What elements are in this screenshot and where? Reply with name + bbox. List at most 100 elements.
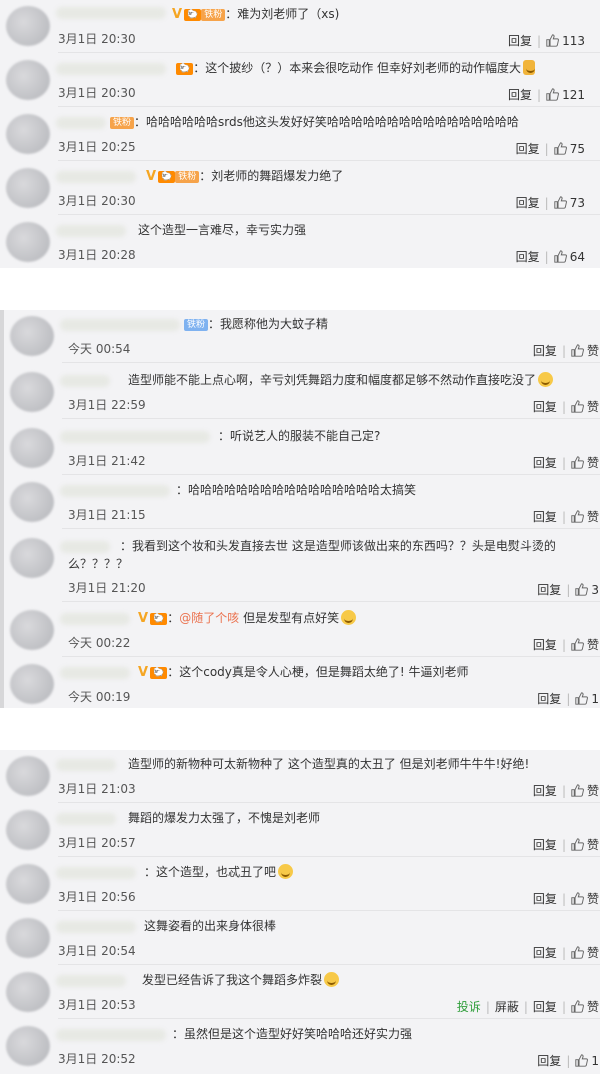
avatar[interactable] (6, 222, 50, 262)
reply-button[interactable]: 回复 (503, 32, 537, 49)
avatar[interactable] (6, 918, 50, 958)
comment-row: 铁粉 ：我愿称他为大蚊子精 今天 00:54 回复 | 赞 (4, 310, 600, 363)
avatar[interactable] (10, 610, 54, 650)
block-button[interactable]: 屏蔽 (490, 998, 524, 1015)
divider (58, 160, 600, 161)
comment-actions: 回复 | 73 (511, 194, 590, 211)
reply-button[interactable]: 回复 (511, 248, 545, 265)
reply-button[interactable]: 回复 (528, 782, 562, 799)
comment-row: 铁粉 ：哈哈哈哈哈哈srds他这头发好好笑哈哈哈哈哈哈哈哈哈哈哈哈哈哈哈哈 3月1… (0, 108, 600, 161)
reply-button[interactable]: 回复 (511, 140, 545, 157)
like-button[interactable]: 赞 (566, 398, 600, 415)
avatar[interactable] (6, 168, 50, 208)
username-blurred[interactable] (60, 485, 170, 497)
level-badge-icon: 🐑 (158, 171, 176, 183)
reply-button[interactable]: 回复 (528, 342, 562, 359)
reply-button[interactable]: 回复 (511, 194, 545, 211)
like-button[interactable]: 121 (541, 88, 590, 102)
avatar[interactable] (6, 6, 50, 46)
avatar[interactable] (10, 316, 54, 356)
like-button[interactable]: 赞 (566, 454, 600, 471)
like-button[interactable]: 赞 (566, 636, 600, 653)
avatar[interactable] (10, 538, 54, 578)
emoji-icon (341, 610, 357, 625)
reply-button[interactable]: 回复 (528, 454, 562, 471)
like-count: 赞 (586, 344, 599, 358)
username-blurred[interactable] (56, 867, 136, 879)
thumb-up-icon (571, 510, 584, 523)
like-button[interactable]: 赞 (566, 944, 600, 961)
like-button[interactable]: 1 (570, 1054, 600, 1068)
comment-row: 这舞姿看的出来身体很棒 3月1日 20:54 回复 | 赞 (0, 912, 600, 965)
reply-button[interactable]: 回复 (528, 890, 562, 907)
reply-button[interactable]: 回复 (528, 998, 562, 1015)
avatar[interactable] (10, 372, 54, 412)
like-button[interactable]: 64 (549, 250, 590, 264)
reply-button[interactable]: 回复 (528, 508, 562, 525)
username-blurred[interactable] (56, 171, 136, 183)
reply-button[interactable]: 回复 (528, 836, 562, 853)
reply-button[interactable]: 回复 (532, 690, 566, 707)
like-button[interactable]: 75 (549, 142, 590, 156)
mention-link[interactable]: @随了个咳 (179, 611, 239, 625)
like-button[interactable]: 赞 (566, 836, 600, 853)
like-button[interactable]: 赞 (566, 998, 600, 1015)
avatar[interactable] (6, 756, 50, 796)
username-blurred[interactable] (60, 613, 130, 625)
avatar[interactable] (6, 810, 50, 850)
avatar[interactable] (6, 1026, 50, 1066)
like-button[interactable]: 73 (549, 196, 590, 210)
comment-row: ：虽然但是这个造型好好笑哈哈哈还好实力强 3月1日 20:52 回复 | 1 (0, 1020, 600, 1073)
reply-button[interactable]: 回复 (503, 86, 537, 103)
comment-text: ：哈哈哈哈哈哈哈哈哈哈哈哈哈哈哈哈太搞笑 (176, 483, 417, 497)
comment-time: 3月1日 20:54 (58, 944, 136, 958)
divider (58, 106, 600, 107)
comment-text: ：这个造型，也忒丑了吧 (144, 863, 540, 881)
like-button[interactable]: 赞 (566, 782, 600, 799)
username-blurred[interactable] (60, 319, 180, 331)
reply-button[interactable]: 回复 (528, 398, 562, 415)
username-blurred[interactable] (56, 225, 126, 237)
comment-row: 造型师的新物种可太新物种了 这个造型真的太丑了 但是刘老师牛牛牛!好绝! 3月1… (0, 750, 600, 803)
username-blurred[interactable] (56, 759, 116, 771)
username-blurred[interactable] (60, 431, 210, 443)
username-blurred[interactable] (60, 667, 130, 679)
like-count: 赞 (586, 400, 599, 414)
like-button[interactable]: 3 (570, 583, 600, 597)
username-blurred[interactable] (56, 975, 126, 987)
avatar[interactable] (10, 428, 54, 468)
comment-panel-2: 铁粉 ：我愿称他为大蚊子精 今天 00:54 回复 | 赞 造型师能不能上点心啊，辛… (0, 310, 600, 708)
comment-time: 3月1日 20:53 (58, 998, 136, 1012)
username-blurred[interactable] (56, 63, 166, 75)
reply-button[interactable]: 回复 (528, 636, 562, 653)
like-button[interactable]: 赞 (566, 342, 600, 359)
username-blurred[interactable] (56, 813, 116, 825)
username-blurred[interactable] (56, 117, 106, 129)
like-button[interactable]: 赞 (566, 890, 600, 907)
thumb-up-icon (546, 87, 560, 101)
avatar[interactable] (6, 972, 50, 1012)
emoji-icon (523, 60, 536, 75)
level-badge-icon: 🐑 (150, 667, 168, 679)
like-count: 赞 (586, 638, 599, 652)
avatar[interactable] (6, 864, 50, 904)
report-button[interactable]: 投诉 (452, 998, 486, 1015)
username-blurred[interactable] (56, 7, 166, 19)
divider (58, 52, 600, 53)
reply-button[interactable]: 回复 (532, 581, 566, 598)
avatar[interactable] (6, 60, 50, 100)
reply-button[interactable]: 回复 (532, 1052, 566, 1069)
avatar[interactable] (6, 114, 50, 154)
like-button[interactable]: 赞 (566, 508, 600, 525)
avatar[interactable] (10, 482, 54, 522)
like-button[interactable]: 1 (570, 692, 600, 706)
reply-button[interactable]: 回复 (528, 944, 562, 961)
thumb-up-icon (554, 141, 567, 155)
username-blurred[interactable] (56, 1029, 166, 1041)
username-blurred[interactable] (56, 921, 136, 933)
avatar[interactable] (10, 664, 54, 704)
divider (58, 910, 600, 911)
comment-actions: 回复 | 1 (532, 1052, 600, 1069)
username-blurred[interactable] (60, 375, 110, 387)
like-button[interactable]: 113 (541, 34, 590, 48)
